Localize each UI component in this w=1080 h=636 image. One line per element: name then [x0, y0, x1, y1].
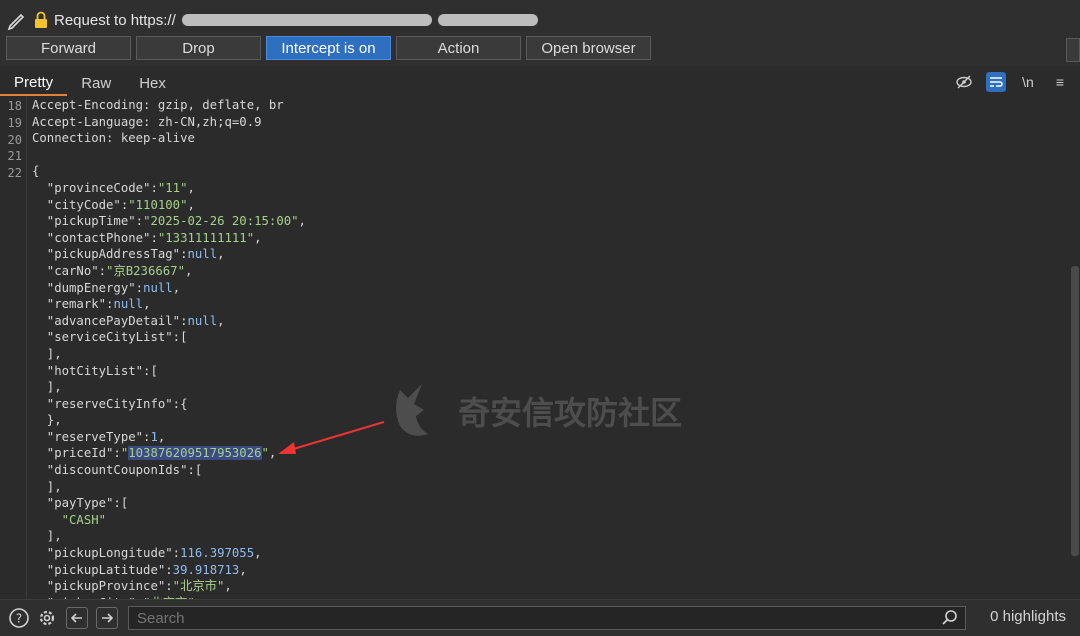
forward-button[interactable]: Forward: [6, 36, 131, 60]
code-line: Accept-Encoding: gzip, deflate, br: [32, 98, 284, 112]
arrow-right-icon[interactable]: [96, 607, 118, 629]
panel-collapse-button[interactable]: [1066, 38, 1080, 62]
code-content[interactable]: Accept-Encoding: gzip, deflate, br Accept…: [32, 97, 306, 599]
line-number-gutter: 18 19 20 21 22: [0, 96, 27, 599]
search-input[interactable]: [135, 608, 919, 628]
newline-toggle[interactable]: \n: [1018, 72, 1038, 92]
svg-text:?: ?: [16, 612, 22, 626]
code-line: ],: [32, 529, 62, 544]
code-line: "contactPhone":"13311111111",: [32, 230, 262, 245]
vertical-scrollbar[interactable]: [1070, 96, 1080, 599]
line-number: 20: [7, 133, 22, 147]
highlight-count: 0 highlights: [990, 608, 1066, 625]
scrollbar-thumb[interactable]: [1071, 266, 1079, 556]
line-number: 18: [7, 99, 22, 113]
code-line: "discountCouponIds":[: [32, 463, 203, 478]
toolbar: Forward Drop Intercept is on Action Open…: [6, 36, 651, 60]
code-line: "cityCode":"110100",: [32, 197, 195, 212]
code-line: ],: [32, 479, 62, 494]
code-line: "carNo":"京B236667",: [32, 263, 193, 278]
code-line: "dumpEnergy":null,: [32, 280, 181, 295]
code-line: ],: [32, 346, 62, 361]
code-line: {: [32, 164, 40, 179]
line-number: 19: [7, 116, 22, 130]
code-line: "hotCityList":[: [32, 363, 158, 378]
line-number: 22: [7, 166, 22, 180]
code-line: "pickupLongitude":116.397055,: [32, 546, 262, 561]
code-line: "remark":null,: [32, 297, 151, 312]
code-line: "pickupLatitude":39.918713,: [32, 562, 247, 577]
watermark-text: 奇安信攻防社区: [458, 395, 683, 431]
code-line: "pickupProvince":"北京市",: [32, 579, 232, 594]
code-line: "serviceCityList":[: [32, 330, 188, 345]
line-number: 21: [7, 149, 22, 163]
request-url-label: Request to https://: [54, 11, 176, 29]
redacted-url: [181, 14, 432, 26]
drop-button[interactable]: Drop: [136, 36, 261, 60]
code-line: "advancePayDetail":null,: [32, 313, 225, 328]
help-icon[interactable]: ?: [8, 607, 30, 629]
code-line: "pickupAddressTag":null,: [32, 247, 225, 262]
code-line: "priceId":"103876209517953026",: [32, 446, 277, 461]
code-line: ],: [32, 380, 62, 395]
status-bar: ? 0 highlights: [0, 599, 1080, 636]
code-line: "CASH": [32, 512, 107, 527]
code-line: "reserveType":1,: [32, 429, 166, 444]
search-box[interactable]: [128, 606, 966, 630]
intercept-toggle-button[interactable]: Intercept is on: [266, 36, 391, 60]
lock-icon: [34, 11, 48, 29]
tab-hex[interactable]: Hex: [125, 70, 180, 96]
action-button[interactable]: Action: [396, 36, 521, 60]
request-editor[interactable]: 18 19 20 21 22 Accept-Encoding: gzip, de…: [0, 96, 1080, 599]
tab-pretty[interactable]: Pretty: [0, 70, 68, 96]
open-browser-button[interactable]: Open browser: [526, 36, 651, 60]
search-icon[interactable]: [941, 609, 959, 632]
annotation-arrow: [278, 421, 385, 454]
redacted-url-2: [437, 14, 538, 26]
code-line: "pickupTime":"2025-02-26 20:15:00",: [32, 214, 306, 229]
editor-tools: \n ≡: [954, 70, 1070, 94]
pencil-icon[interactable]: [6, 9, 28, 31]
eye-off-icon[interactable]: [954, 72, 974, 92]
gear-icon[interactable]: [36, 607, 58, 629]
code-line: "reserveCityInfo":{: [32, 396, 188, 411]
request-row: Request to https://: [6, 8, 538, 32]
code-line: Accept-Language: zh-CN,zh;q=0.9: [32, 114, 262, 129]
code-line: Connection: keep-alive: [32, 131, 195, 146]
arrow-left-icon[interactable]: [66, 607, 88, 629]
menu-icon[interactable]: ≡: [1050, 72, 1070, 92]
view-tabs: Pretty Raw Hex: [0, 70, 1080, 97]
wrap-icon[interactable]: [986, 72, 1006, 92]
code-line: "provinceCode":"11",: [32, 180, 195, 195]
code-line: },: [32, 413, 62, 428]
top-bar: Request to https:// Forward Drop Interce…: [0, 0, 1080, 66]
lightning-shield-icon: [396, 384, 428, 436]
tab-raw[interactable]: Raw: [67, 70, 125, 96]
watermark: 奇安信攻防社区: [388, 380, 682, 442]
code-line: "payType":[: [32, 496, 129, 511]
